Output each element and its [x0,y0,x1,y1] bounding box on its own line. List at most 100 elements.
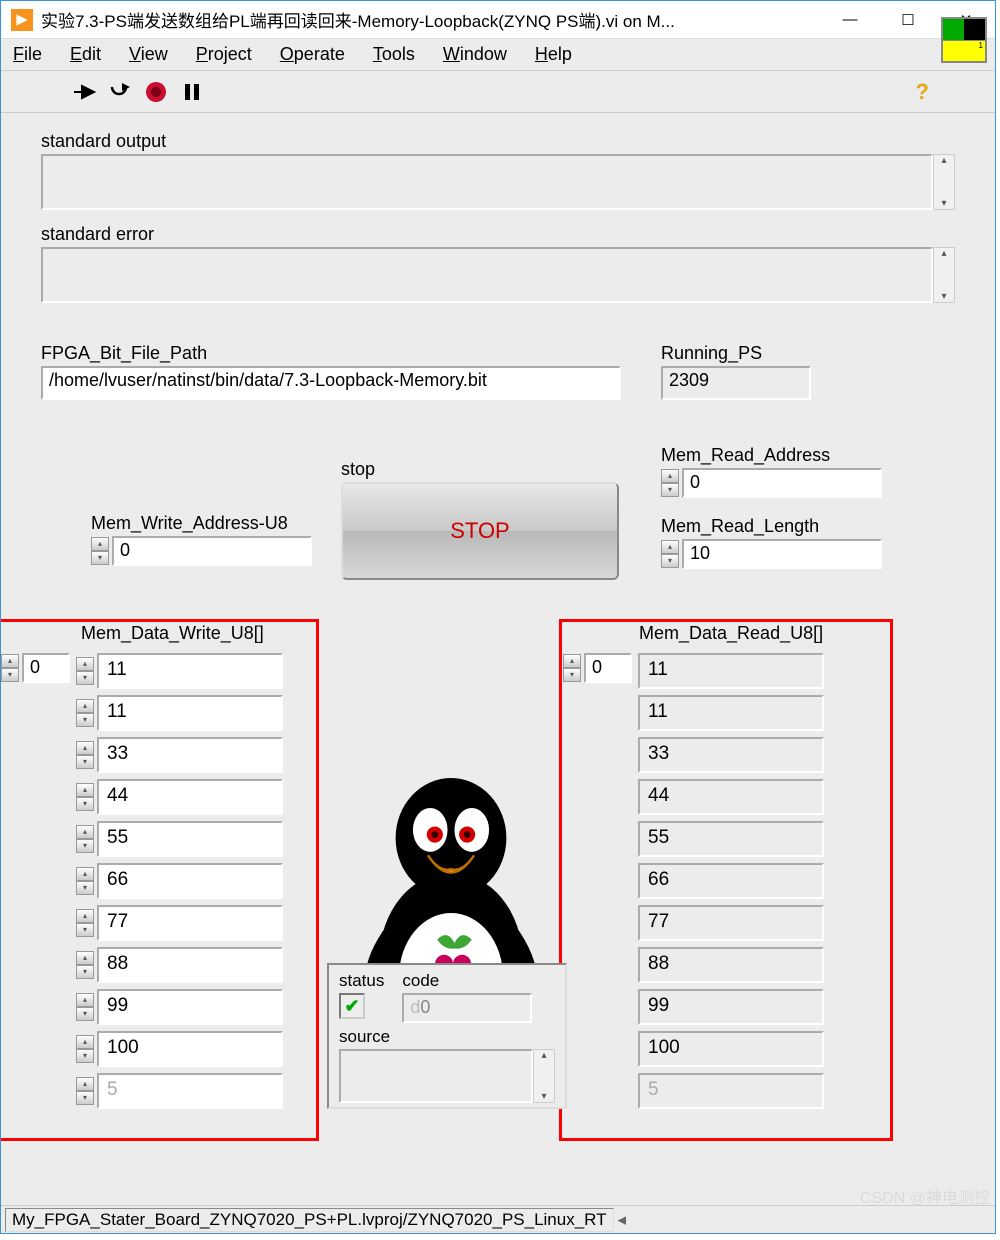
menu-window[interactable]: Window [443,44,507,65]
menubar: File Edit View Project Operate Tools Win… [1,39,995,71]
mem-data-write-label: Mem_Data_Write_U8[] [81,623,264,644]
menu-view[interactable]: View [129,44,168,65]
spinner-icon[interactable]: ▴▾ [76,1035,94,1063]
source-scroll[interactable]: ▴▾ [533,1049,555,1103]
mem-write-addr-label: Mem_Write_Address-U8 [91,513,312,534]
run-icon[interactable] [71,79,97,105]
write-array-cell[interactable]: 77 [97,905,283,941]
write-array-cell[interactable]: 5 [97,1073,283,1109]
standard-output-scroll[interactable]: ▴▾ [933,154,955,210]
stop-button[interactable]: STOP [341,482,619,580]
minimize-button[interactable]: ― [821,2,879,38]
spinner-icon[interactable]: ▴▾ [76,783,94,811]
spinner-icon[interactable]: ▴▾ [1,654,19,682]
code-indicator: d0 [402,993,532,1023]
write-array-index[interactable]: ▴▾ 0 [1,653,70,683]
maximize-button[interactable]: ☐ [879,2,937,38]
standard-error-scroll[interactable]: ▴▾ [933,247,955,303]
running-ps-indicator: 2309 [661,366,811,400]
write-array-cell[interactable]: 88 [97,947,283,983]
read-array-cell: 33 [638,737,824,773]
spinner-icon[interactable]: ▴▾ [76,657,94,685]
spinner-icon[interactable]: ▴▾ [76,825,94,853]
vi-connector-icon[interactable]: 1 [941,17,987,63]
menu-operate[interactable]: Operate [280,44,345,65]
mem-data-read-label: Mem_Data_Read_U8[] [639,623,823,644]
read-array-cell: 11 [638,695,824,731]
spinner-icon[interactable]: ▴▾ [76,993,94,1021]
watermark: CSDN @神电测控 [860,1184,990,1208]
statusbar-arrow-icon[interactable]: ◂ [618,1210,627,1230]
write-array-cell[interactable]: 11 [97,695,283,731]
mem-read-addr-value[interactable]: 0 [682,468,882,498]
source-indicator [339,1049,533,1103]
mem-read-addr-label: Mem_Read_Address [661,445,882,466]
read-array-cell: 11 [638,653,824,689]
write-array-cell[interactable]: 44 [97,779,283,815]
menu-edit[interactable]: Edit [70,44,101,65]
mem-read-addr-control[interactable]: ▴▾ 0 [661,468,882,498]
standard-error-label: standard error [41,224,955,245]
read-array-index[interactable]: ▴▾ 0 [563,653,632,683]
spinner-icon[interactable]: ▴▾ [76,867,94,895]
write-array-cell[interactable]: 66 [97,863,283,899]
read-array-cell: 66 [638,863,824,899]
mem-write-addr-control[interactable]: ▴▾ 0 [91,536,312,566]
spinner-icon[interactable]: ▴▾ [661,540,679,568]
spinner-icon[interactable]: ▴▾ [563,654,581,682]
status-led: ✔ [339,993,365,1019]
front-panel: standard output ▴▾ standard error ▴▾ FPG… [1,113,995,1205]
statusbar: My_FPGA_Stater_Board_ZYNQ7020_PS+PL.lvpr… [1,1205,995,1233]
mem-read-len-value[interactable]: 10 [682,539,882,569]
spinner-icon[interactable]: ▴▾ [76,699,94,727]
menu-help[interactable]: Help [535,44,572,65]
code-label: code [402,971,532,991]
read-array-cell: 88 [638,947,824,983]
fpga-path-label: FPGA_Bit_File_Path [41,343,631,364]
standard-error-text [41,247,933,303]
spinner-icon[interactable]: ▴▾ [91,537,109,565]
read-array-cell: 100 [638,1031,824,1067]
run-continuous-icon[interactable] [107,79,133,105]
mem-read-len-label: Mem_Read_Length [661,516,882,537]
spinner-icon[interactable]: ▴▾ [76,741,94,769]
spinner-icon[interactable]: ▴▾ [76,1077,94,1105]
write-array-index-value[interactable]: 0 [22,653,70,683]
spinner-icon[interactable]: ▴▾ [661,469,679,497]
stop-caption: stop [341,459,619,480]
mem-data-read-array: 1111334455667788991005 [638,653,824,1109]
write-array-cell[interactable]: 99 [97,989,283,1025]
standard-output-indicator: ▴▾ [41,154,955,210]
context-help-icon[interactable]: ? [916,79,929,105]
error-cluster: status ✔ code d0 source ▴▾ [327,963,567,1109]
spinner-icon[interactable]: ▴▾ [76,909,94,937]
spinner-icon[interactable]: ▴▾ [76,951,94,979]
mem-data-write-array[interactable]: ▴▾11▴▾11▴▾33▴▾44▴▾55▴▾66▴▾77▴▾88▴▾99▴▾10… [76,653,283,1109]
write-array-cell[interactable]: 33 [97,737,283,773]
standard-error-indicator: ▴▾ [41,247,955,303]
standard-output-label: standard output [41,131,955,152]
standard-output-text [41,154,933,210]
running-ps-label: Running_PS [661,343,811,364]
source-label: source [339,1027,555,1047]
fpga-path-input[interactable]: /home/lvuser/natinst/bin/data/7.3-Loopba… [41,366,621,400]
pause-icon[interactable] [179,79,205,105]
menu-file[interactable]: File [13,44,42,65]
write-array-cell[interactable]: 11 [97,653,283,689]
status-label: status [339,971,384,991]
mem-write-addr-value[interactable]: 0 [112,536,312,566]
mem-read-len-control[interactable]: ▴▾ 10 [661,539,882,569]
menu-project[interactable]: Project [196,44,252,65]
window-title: 实验7.3-PS端发送数组给PL端再回读回来-Memory-Loopback(Z… [41,7,821,32]
write-array-cell[interactable]: 100 [97,1031,283,1067]
read-array-cell: 44 [638,779,824,815]
toolbar: ? [1,71,995,113]
write-array-cell[interactable]: 55 [97,821,283,857]
read-array-cell: 77 [638,905,824,941]
read-array-index-value[interactable]: 0 [584,653,632,683]
menu-tools[interactable]: Tools [373,44,415,65]
read-array-cell: 5 [638,1073,824,1109]
statusbar-project-path: My_FPGA_Stater_Board_ZYNQ7020_PS+PL.lvpr… [5,1208,614,1232]
abort-icon[interactable] [143,79,169,105]
app-window: 实验7.3-PS端发送数组给PL端再回读回来-Memory-Loopback(Z… [0,0,996,1234]
